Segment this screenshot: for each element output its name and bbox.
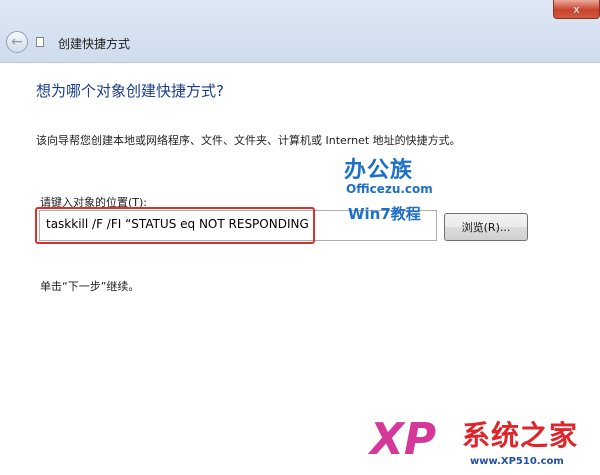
xp510-watermark: XP 系统之家 www.XP510.com <box>370 410 600 475</box>
officezu-watermark: 办公族 Officezu.com Win7教程 <box>330 152 440 232</box>
wizard-description: 该向导帮您创建本地或网络程序、文件、文件夹、计算机或 Internet 地址的快… <box>36 134 461 147</box>
xp-mark: XP <box>370 414 437 465</box>
wizard-heading: 想为哪个对象创建快捷方式? <box>36 82 224 100</box>
browse-button[interactable]: 浏览(R)... <box>444 213 528 241</box>
officezu-en: Officezu.com <box>346 182 433 196</box>
win7-label: Win7教程 <box>348 205 421 223</box>
officezu-cn: 办公族 <box>344 158 414 183</box>
window-title: 创建快捷方式 <box>58 37 131 51</box>
location-label: 请键入对象的位置(T): <box>40 196 148 209</box>
close-button[interactable]: x <box>553 0 600 19</box>
xp-cn: 系统之家 <box>462 419 579 452</box>
shortcut-app-icon <box>36 37 44 47</box>
xp-url: www.XP510.com <box>470 456 564 467</box>
back-arrow-icon: ← <box>11 34 23 50</box>
window-titlebar: ← 创建快捷方式 x <box>0 0 600 63</box>
close-icon: x <box>573 2 580 16</box>
next-hint: 单击“下一步”继续。 <box>40 280 140 293</box>
back-button[interactable]: ← <box>6 31 28 53</box>
